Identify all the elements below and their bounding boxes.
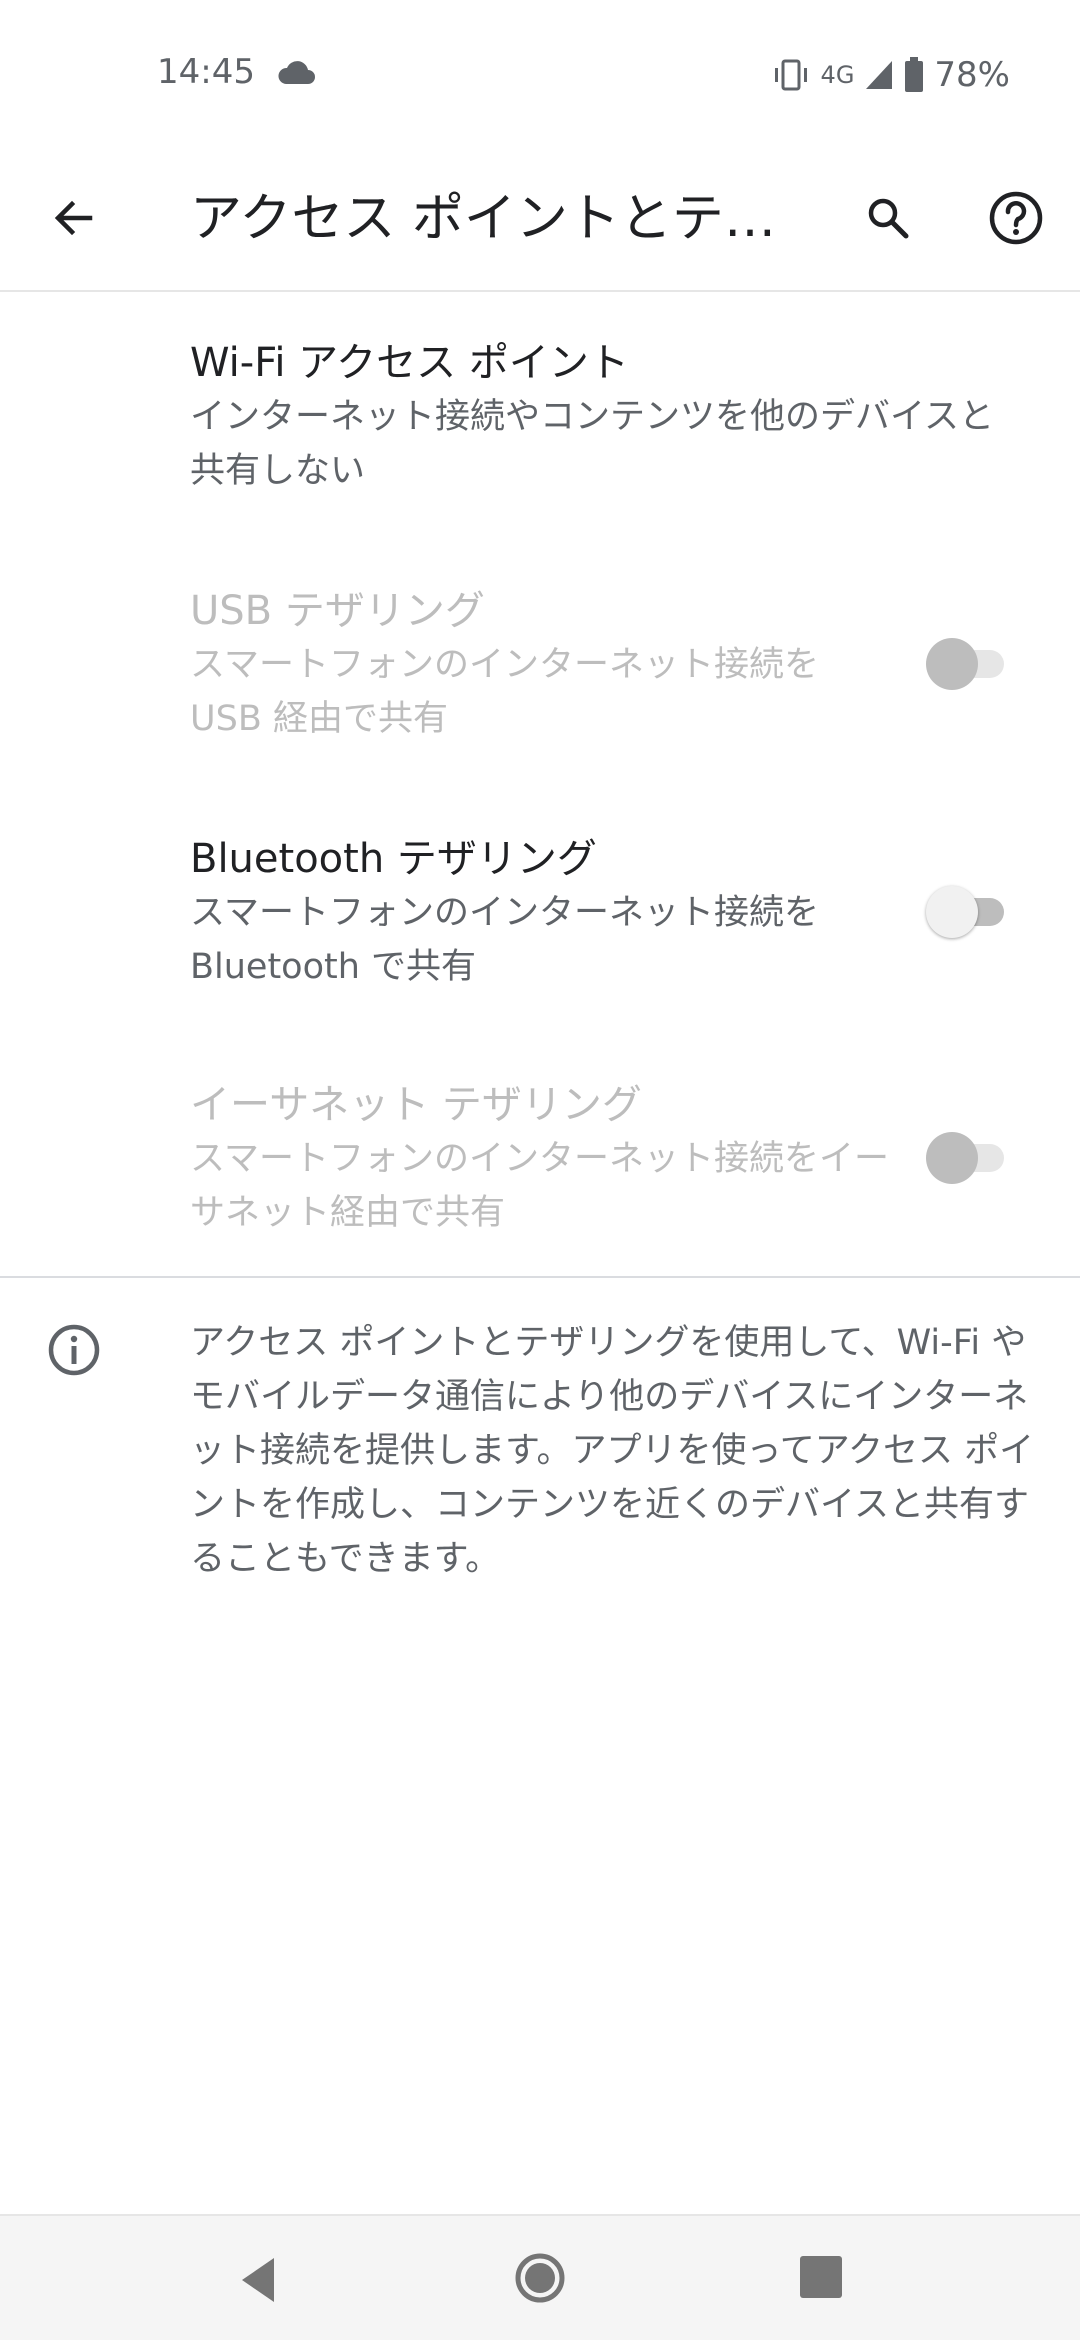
help-button[interactable] <box>980 182 1052 254</box>
switch-thumb <box>926 886 978 938</box>
search-button[interactable] <box>852 182 924 254</box>
nav-recents-icon[interactable] <box>800 2256 842 2298</box>
vibrate-icon <box>774 59 807 91</box>
screen: 14:45 4G 78% アクセス ポイントとテザ Wi-Fi アクセス ポイン… <box>0 0 1080 2340</box>
app-bar: アクセス ポイントとテザリング <box>0 150 1080 292</box>
page-title: アクセス ポイントとテザリング <box>190 189 780 249</box>
arrow-left-icon <box>54 200 93 236</box>
nav-home-icon[interactable] <box>510 2248 570 2308</box>
status-bar: 14:45 4G 78% <box>0 0 1080 150</box>
ethernet-tethering-title: イーサネット テザリング <box>190 1082 642 1128</box>
usb-tethering-summary: スマートフォンのインターネット接続をUSB 経由で共有 <box>190 645 819 739</box>
nav-back-icon[interactable] <box>230 2250 290 2310</box>
switch-thumb <box>926 638 978 690</box>
usb-tethering-item: USB テザリング スマートフォンのインターネット接続をUSB 経由で共有 <box>0 578 1080 758</box>
status-icons: 4G 78% <box>771 50 1010 100</box>
help-icon <box>989 191 1043 245</box>
cloud-icon <box>278 61 315 84</box>
ethernet-tethering-summary: スマートフォンのインターネット接続をイーサネット経由で共有 <box>190 1139 889 1233</box>
status-time: 14:45 <box>157 52 255 92</box>
bluetooth-tethering-switch[interactable] <box>926 884 1010 940</box>
switch-thumb <box>926 1132 978 1184</box>
usb-tethering-title: USB テザリング <box>190 588 485 634</box>
footer-description: アクセス ポイントとテザリングを使用して、Wi-Fi やモバイルデータ通信により… <box>190 1323 1035 1579</box>
back-button[interactable] <box>38 182 110 254</box>
bluetooth-tethering-summary: スマートフォンのインターネット接続をBluetooth で共有 <box>190 893 819 987</box>
wifi-hotspot-item[interactable]: Wi-Fi アクセス ポイント インターネット接続やコンテンツを他のデバイスと共… <box>0 330 1080 510</box>
bluetooth-tethering-item[interactable]: Bluetooth テザリング スマートフォンのインターネット接続をBlueto… <box>0 826 1080 1006</box>
bluetooth-tethering-title: Bluetooth テザリング <box>190 836 597 882</box>
signal-icon <box>866 61 893 89</box>
network-type-label: 4G <box>820 61 855 89</box>
divider <box>0 1276 1080 1278</box>
wifi-hotspot-summary: インターネット接続やコンテンツを他のデバイスと共有しない <box>190 397 994 491</box>
wifi-hotspot-title: Wi-Fi アクセス ポイント <box>190 340 629 386</box>
info-icon <box>48 1324 100 1376</box>
ethernet-tethering-item: イーサネット テザリング スマートフォンのインターネット接続をイーサネット経由で… <box>0 1072 1080 1252</box>
navigation-bar <box>0 2214 1080 2340</box>
search-icon <box>868 198 909 239</box>
battery-percent: 78% <box>934 55 1010 95</box>
battery-icon <box>905 57 924 92</box>
ethernet-tethering-switch <box>926 1130 1010 1186</box>
usb-tethering-switch <box>926 636 1010 692</box>
